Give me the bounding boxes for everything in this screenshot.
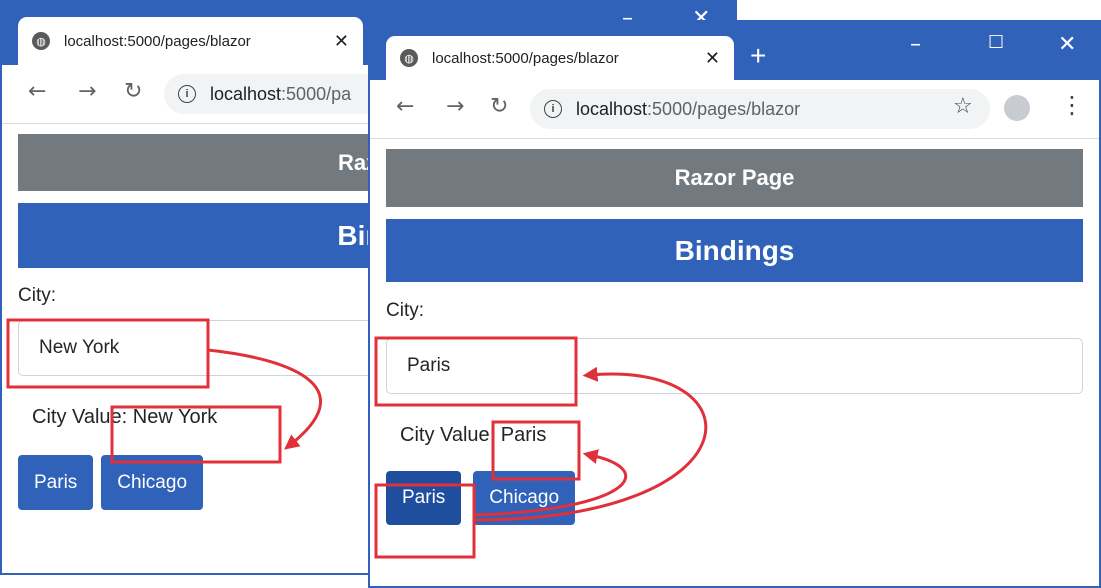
new-tab-icon[interactable]: + [750,40,766,72]
reload-icon[interactable]: ↻ [490,94,508,119]
close-tab-icon[interactable]: ✕ [334,31,349,52]
address-bar[interactable]: i localhost:5000/pages/blazor [530,89,990,129]
tab-title: localhost:5000/pages/blazor [64,32,251,50]
chicago-button[interactable]: Chicago [473,471,576,525]
globe-icon: ◍ [400,49,418,67]
forward-icon[interactable]: → [446,94,464,119]
browser-toolbar: ← → ↻ i localhost:5000/pages/blazor ☆ ⋮ [370,80,1099,139]
button-row: Paris Chicago [386,471,1083,525]
window-close-icon[interactable]: ✕ [1058,32,1076,57]
back-icon[interactable]: ← [396,94,414,119]
browser-tab[interactable]: ◍ localhost:5000/pages/blazor ✕ [386,36,734,80]
city-value-prefix: City Value: [400,424,501,446]
city-value-text: City Value: Paris [386,424,1083,447]
maximize-icon[interactable]: ☐ [988,32,1004,53]
forward-icon[interactable]: → [78,79,96,104]
url-host: localhost [576,98,648,119]
menu-icon[interactable]: ⋮ [1060,91,1084,119]
globe-icon: ◍ [32,32,50,50]
bookmark-star-icon[interactable]: ☆ [953,93,973,119]
browser-window-right: ◍ localhost:5000/pages/blazor ✕ + – ☐ ✕ … [368,20,1101,588]
paris-button[interactable]: Paris [18,455,94,510]
info-icon[interactable]: i [178,85,196,103]
url-path: :5000/pages/blazor [647,98,801,119]
info-icon[interactable]: i [544,100,562,118]
city-value-prefix: City Value: [32,406,133,428]
url-host: localhost [210,83,282,104]
title-bar: ◍ localhost:5000/pages/blazor ✕ + – ☐ ✕ [370,22,1099,80]
city-value: Paris [500,424,547,446]
close-tab-icon[interactable]: ✕ [705,48,720,69]
paris-button[interactable]: Paris [386,471,462,525]
tab-title: localhost:5000/pages/blazor [432,49,619,67]
minimize-icon[interactable]: – [910,32,921,57]
profile-avatar[interactable] [1004,95,1030,121]
back-icon[interactable]: ← [28,79,46,104]
url-path: :5000/pa [281,83,352,104]
city-input[interactable]: Paris [386,338,1083,394]
chicago-button[interactable]: Chicago [101,455,204,510]
city-label: City: [386,300,424,321]
page-content: Razor Page Bindings City: Paris City Val… [370,149,1099,525]
city-value: New York [132,406,218,428]
page-header-bindings: Bindings [386,219,1083,282]
page-header-razor: Razor Page [386,149,1083,207]
browser-tab[interactable]: ◍ localhost:5000/pages/blazor ✕ [18,17,363,65]
reload-icon[interactable]: ↻ [124,79,142,104]
